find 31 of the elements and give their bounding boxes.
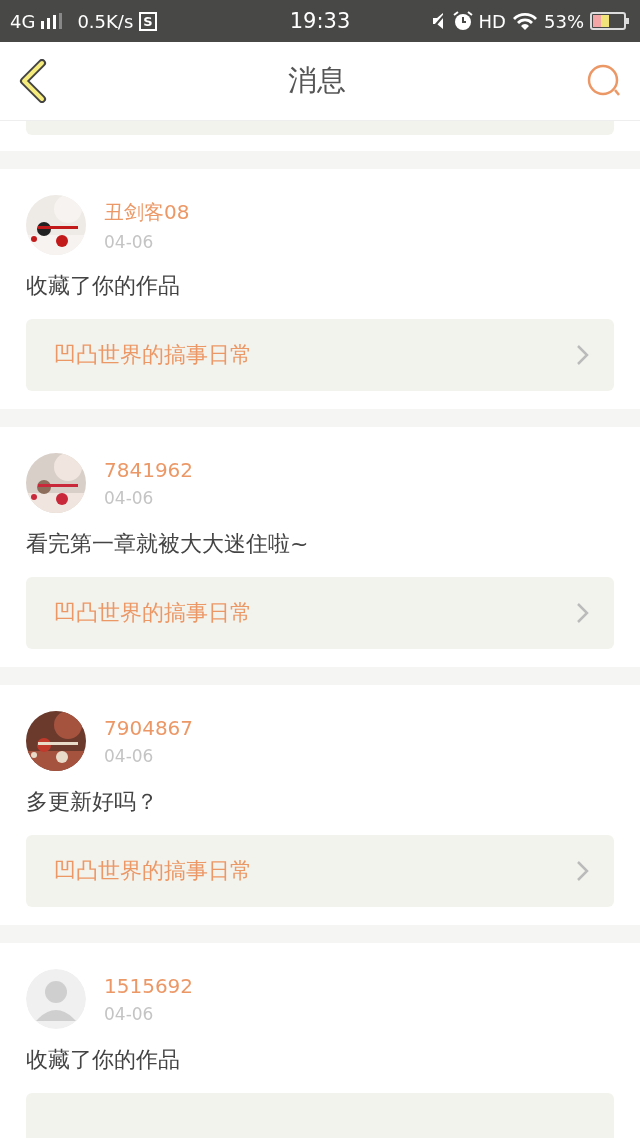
avatar-icon <box>26 969 86 1029</box>
message-text: 多更新好吗？ <box>26 788 159 816</box>
alarm-icon <box>452 11 473 31</box>
user-name[interactable]: 7841962 <box>104 458 194 482</box>
signal-icon <box>41 13 64 29</box>
work-link[interactable]: 凹凸世界的搞事日常 <box>26 577 614 649</box>
network-speed: 0.5K/s <box>77 10 134 32</box>
message-date: 04-06 <box>104 1004 155 1024</box>
wifi-icon <box>512 11 538 31</box>
user-name[interactable]: 7904867 <box>104 716 194 740</box>
message-date: 04-06 <box>104 488 155 508</box>
message-date: 04-06 <box>104 231 155 252</box>
message-text: 收藏了你的作品 <box>26 1046 181 1074</box>
message-text: 看完第一章就被大大迷住啦~ <box>26 530 310 558</box>
network-type: 4G <box>10 10 36 32</box>
user-name[interactable]: 丑剑客08 <box>104 198 190 226</box>
work-link[interactable]: 凹凸世界的搞事日常 <box>26 835 614 907</box>
hd-indicator: HD <box>478 10 506 32</box>
user-name[interactable]: 1515692 <box>104 974 194 998</box>
message-text: 收藏了你的作品 <box>26 272 181 300</box>
message-date: 04-06 <box>104 746 155 766</box>
work-link[interactable]: 凹凸世界的搞事日常 <box>26 319 614 391</box>
clock: 19:33 <box>289 9 351 33</box>
back-icon[interactable] <box>18 59 48 103</box>
battery-percent: 53% <box>544 10 584 32</box>
chevron-icon <box>576 344 590 366</box>
page-title: 消息 <box>288 62 346 99</box>
battery-icon <box>590 12 630 30</box>
chevron-icon <box>576 602 590 624</box>
chevron-icon <box>576 860 590 882</box>
app-badge: S <box>139 11 157 31</box>
